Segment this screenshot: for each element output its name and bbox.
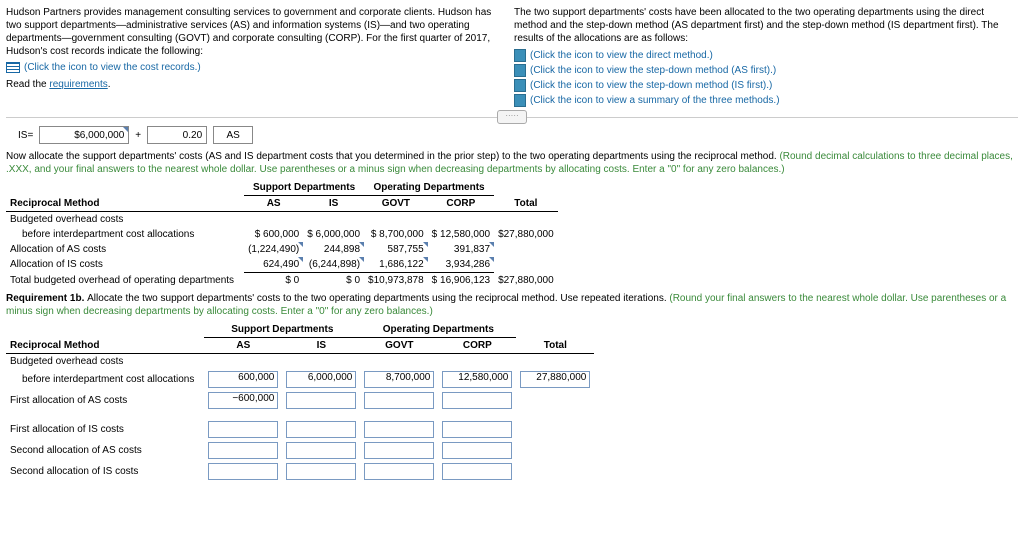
splitter-icon[interactable]: ····· [497,110,527,124]
operating-header: Operating Departments [364,180,494,196]
input-as[interactable]: 600,000 [208,371,278,388]
input-corp[interactable]: 12,580,000 [442,371,512,388]
input-blank[interactable] [364,392,434,409]
is-equals-label: IS= [18,130,33,141]
stepdown-as-link[interactable]: (Click the icon to view the step-down me… [530,65,776,76]
read-label: Read the [6,79,49,90]
doc-icon[interactable] [514,49,526,62]
input-blank[interactable] [286,421,356,438]
instruction1-text: Now allocate the support departments' co… [6,151,779,162]
plus-label: + [135,130,141,141]
formula-val2[interactable]: 0.20 [147,126,207,144]
input-is[interactable]: 6,000,000 [286,371,356,388]
direct-method-link[interactable]: (Click the icon to view the direct metho… [530,50,713,61]
doc-icon[interactable] [514,79,526,92]
input-blank[interactable] [364,421,434,438]
summary-link[interactable]: (Click the icon to view a summary of the… [530,95,780,106]
cost-records-link[interactable]: (Click the icon to view the cost records… [24,62,201,73]
input-blank[interactable] [208,463,278,480]
table-icon[interactable] [6,62,20,73]
req1b-label: Requirement 1b. [6,293,87,304]
reciprocal-method-label: Reciprocal Method [6,196,244,212]
input-blank[interactable] [442,442,512,459]
doc-icon[interactable] [514,94,526,107]
input-blank[interactable] [208,421,278,438]
instruction2-text: Allocate the two support departments' co… [87,293,669,304]
input-blank[interactable] [286,392,356,409]
formula-val1[interactable]: $6,000,000 [39,126,129,144]
input-blank[interactable] [442,421,512,438]
support-header: Support Departments [244,180,364,196]
input-blank[interactable] [208,442,278,459]
intro-left: Hudson Partners provides management cons… [6,6,506,58]
input-blank[interactable] [286,442,356,459]
reciprocal-table-2: Support Departments Operating Department… [6,322,594,482]
requirements-link[interactable]: requirements [49,79,107,90]
input-blank[interactable] [442,463,512,480]
doc-icon[interactable] [514,64,526,77]
formula-as[interactable]: AS [213,126,253,144]
input-blank[interactable] [364,463,434,480]
input-blank[interactable] [364,442,434,459]
input-first-as[interactable]: −600,000 [208,392,278,409]
intro-right: The two support departments' costs have … [514,6,1018,45]
input-blank[interactable] [286,463,356,480]
input-govt[interactable]: 8,700,000 [364,371,434,388]
stepdown-is-link[interactable]: (Click the icon to view the step-down me… [530,80,772,91]
input-blank[interactable] [442,392,512,409]
input-total[interactable]: 27,880,000 [520,371,590,388]
reciprocal-table-1: Support Departments Operating Department… [6,180,558,288]
